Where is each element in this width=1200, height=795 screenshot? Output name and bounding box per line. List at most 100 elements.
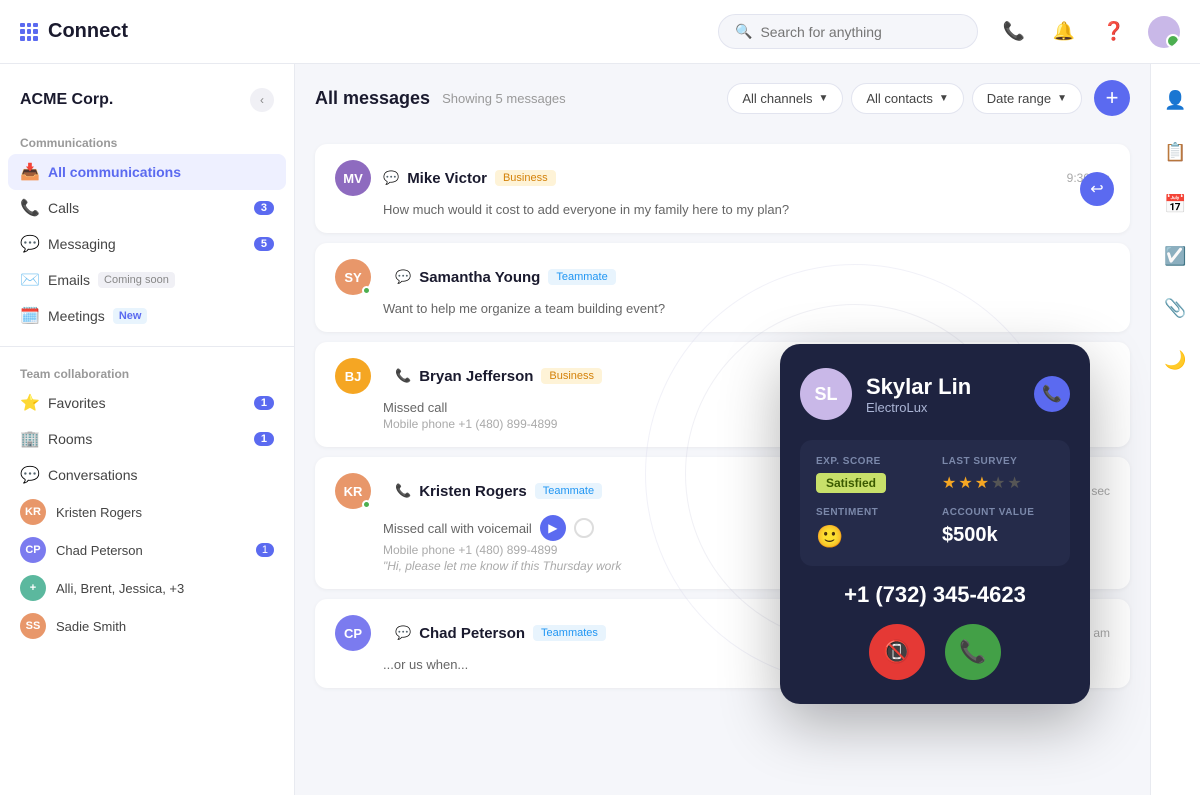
brand-title: Connect [48, 20, 718, 43]
avatar-kristen-rogers: KR [335, 473, 371, 509]
search-bar[interactable]: 🔍 [718, 14, 978, 49]
call-contact-header: SL Skylar Lin ElectroLux 📞 [800, 368, 1070, 420]
meetings-new: New [113, 308, 148, 324]
channel-icon: 📞 [395, 368, 411, 384]
contact-multi[interactable]: + Alli, Brent, Jessica, +3 [0, 569, 294, 607]
sidebar-divider-1 [0, 346, 294, 347]
exp-score-label: EXP. SCORE [816, 456, 928, 467]
filter-all-contacts[interactable]: All contacts ▼ [851, 83, 963, 114]
call-card-overlay: SL Skylar Lin ElectroLux 📞 EXP. SCORE Sa… [780, 344, 1090, 704]
right-icon-tasks[interactable]: ☑️ [1160, 240, 1192, 272]
contact-sadie-smith[interactable]: SS Sadie Smith [0, 607, 294, 645]
inbox-icon: 📥 [20, 162, 38, 182]
help-icon[interactable]: ❓ [1098, 16, 1130, 48]
message-card-mike-victor[interactable]: MV 💬 Mike Victor Business 9:30 am How mu… [315, 144, 1130, 233]
right-icon-night[interactable]: 🌙 [1160, 344, 1192, 376]
reply-button-mike-victor[interactable]: ↩ [1080, 172, 1114, 206]
tag-chad-peterson: Teammates [533, 625, 606, 641]
messaging-badge: 5 [254, 237, 274, 251]
msg-preview-samantha-young: Want to help me organize a team building… [335, 301, 1110, 316]
nav-label-calls: Calls [48, 200, 79, 216]
add-button[interactable]: + [1094, 80, 1130, 116]
end-call-button[interactable]: 📵 [869, 624, 925, 680]
search-icon: 🔍 [735, 23, 752, 40]
accept-call-button[interactable]: 📞 [945, 624, 1001, 680]
nav-label-favorites: Favorites [48, 395, 106, 411]
sidebar-item-conversations[interactable]: 💬 Conversations [0, 457, 294, 493]
call-avatar: SL [800, 368, 852, 420]
nav-label-meetings: Meetings [48, 308, 105, 324]
avatar-mike-victor: MV [335, 160, 371, 196]
right-icon-calendar[interactable]: 📅 [1160, 188, 1192, 220]
nav-label-all-communications: All communications [48, 164, 181, 180]
channel-icon: 📞 [395, 483, 411, 499]
sidebar-item-emails[interactable]: ✉️ Emails Coming soon [0, 262, 294, 298]
sidebar-item-messaging[interactable]: 💬 Messaging 5 [0, 226, 294, 262]
account-value-label: ACCOUNT VALUE [942, 507, 1054, 518]
avatar-samantha-young: SY [335, 259, 371, 295]
filter-date-range[interactable]: Date range ▼ [972, 83, 1082, 114]
record-indicator [574, 518, 594, 538]
satisfaction-badge: Satisfied [816, 473, 886, 493]
grid-icon[interactable] [20, 23, 38, 41]
call-action-buttons: 📵 📞 [800, 624, 1070, 680]
right-icon-person[interactable]: 👤 [1160, 84, 1192, 116]
user-avatar[interactable] [1148, 16, 1180, 48]
tag-samantha-young: Teammate [548, 269, 615, 285]
nav-icons: 📞 🔔 ❓ [998, 16, 1180, 48]
chevron-down-icon: ▼ [818, 93, 828, 104]
phone-icon[interactable]: 📞 [998, 16, 1030, 48]
right-panel: 👤 📋 📅 ☑️ 📎 🌙 [1150, 64, 1200, 795]
conversations-icon: 💬 [20, 465, 38, 485]
message-card-samantha-young[interactable]: SY 💬 Samantha Young Teammate Want to hel… [315, 243, 1130, 332]
right-icon-attachments[interactable]: 📎 [1160, 292, 1192, 324]
sidebar: ACME Corp. ‹ Communications 📥 All commun… [0, 64, 295, 795]
chevron-down-icon: ▼ [939, 93, 949, 104]
calls-badge: 3 [254, 201, 274, 215]
email-icon: ✉️ [20, 270, 38, 290]
filter-all-channels[interactable]: All channels ▼ [727, 83, 843, 114]
meetings-icon: 🗓️ [20, 306, 38, 326]
call-stats-panel: EXP. SCORE Satisfied LAST SURVEY ★★★★★ S… [800, 440, 1070, 566]
play-voicemail-button[interactable]: ▶ [540, 515, 566, 541]
bell-icon[interactable]: 🔔 [1048, 16, 1080, 48]
star-rating: ★★★★★ [942, 473, 1054, 493]
emails-coming-soon: Coming soon [98, 272, 175, 288]
collapse-btn[interactable]: ‹ [250, 88, 274, 112]
msg-name-kristen-rogers: 📞 Kristen Rogers Teammate [395, 483, 602, 500]
rooms-badge: 1 [254, 432, 274, 446]
avatar-kristen: KR [20, 499, 46, 525]
sidebar-item-favorites[interactable]: ⭐ Favorites 1 [0, 385, 294, 421]
messages-count: Showing 5 messages [442, 91, 566, 106]
msg-name-chad-peterson: 💬 Chad Peterson Teammates [395, 625, 606, 642]
channel-icon: 💬 [395, 625, 411, 641]
communications-label: Communications [0, 128, 294, 154]
contact-name-chad: Chad Peterson [56, 543, 256, 558]
contact-kristen-rogers[interactable]: KR Kristen Rogers [0, 493, 294, 531]
channel-icon: 💬 [395, 269, 411, 285]
online-indicator [362, 500, 371, 509]
call-phone-button[interactable]: 📞 [1034, 376, 1070, 412]
messaging-icon: 💬 [20, 234, 38, 254]
messages-header: All messages Showing 5 messages All chan… [295, 64, 1150, 132]
call-contact-name: Skylar Lin [866, 374, 971, 400]
msg-name-bryan-jefferson: 📞 Bryan Jefferson Business [395, 368, 602, 385]
avatar-bryan-jefferson: BJ [335, 358, 371, 394]
chevron-down-icon: ▼ [1057, 93, 1067, 104]
exp-score-section: EXP. SCORE Satisfied [816, 456, 928, 493]
favorites-badge: 1 [254, 396, 274, 410]
sidebar-item-calls[interactable]: 📞 Calls 3 [0, 190, 294, 226]
star-icon: ⭐ [20, 393, 38, 413]
org-name: ACME Corp. [20, 91, 113, 109]
sidebar-item-rooms[interactable]: 🏢 Rooms 1 [0, 421, 294, 457]
filter-group: All channels ▼ All contacts ▼ Date range… [727, 80, 1130, 116]
search-input[interactable] [760, 24, 961, 40]
right-icon-notes[interactable]: 📋 [1160, 136, 1192, 168]
last-survey-label: LAST SURVEY [942, 456, 1054, 467]
last-survey-section: LAST SURVEY ★★★★★ [942, 456, 1054, 493]
sidebar-item-all-communications[interactable]: 📥 All communications [8, 154, 286, 190]
contact-chad-peterson[interactable]: CP Chad Peterson 1 [0, 531, 294, 569]
sidebar-item-meetings[interactable]: 🗓️ Meetings New [0, 298, 294, 334]
chad-badge: 1 [256, 543, 274, 557]
avatar-chad-peterson: CP [335, 615, 371, 651]
